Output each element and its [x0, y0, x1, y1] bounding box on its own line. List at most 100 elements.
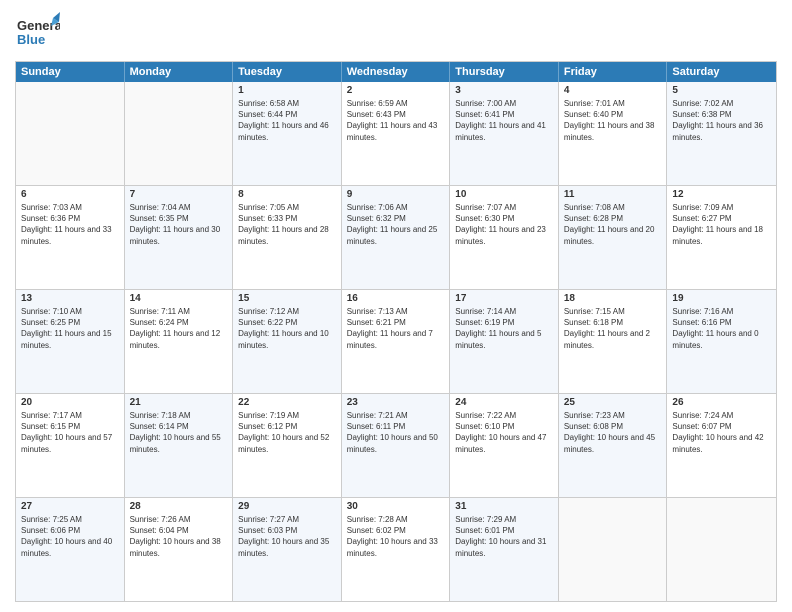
day-header-saturday: Saturday — [667, 62, 776, 82]
calendar-cell: 14 Sunrise: 7:11 AM Sunset: 6:24 PM Dayli… — [125, 290, 234, 393]
day-number: 25 — [564, 397, 662, 408]
cell-info: Sunrise: 7:12 AM Sunset: 6:22 PM Dayligh… — [238, 306, 336, 351]
cell-info: Sunrise: 7:17 AM Sunset: 6:15 PM Dayligh… — [21, 410, 119, 455]
day-number: 23 — [347, 397, 445, 408]
calendar-cell: 5 Sunrise: 7:02 AM Sunset: 6:38 PM Daylig… — [667, 82, 776, 185]
day-number: 5 — [672, 85, 771, 96]
calendar-cell: 20 Sunrise: 7:17 AM Sunset: 6:15 PM Dayli… — [16, 394, 125, 497]
calendar-cell: 18 Sunrise: 7:15 AM Sunset: 6:18 PM Dayli… — [559, 290, 668, 393]
logo-icon: General Blue — [15, 10, 60, 55]
cell-info: Sunrise: 7:26 AM Sunset: 6:04 PM Dayligh… — [130, 514, 228, 559]
day-number: 9 — [347, 189, 445, 200]
day-number: 31 — [455, 501, 553, 512]
day-number: 11 — [564, 189, 662, 200]
cell-info: Sunrise: 7:10 AM Sunset: 6:25 PM Dayligh… — [21, 306, 119, 351]
calendar-cell: 6 Sunrise: 7:03 AM Sunset: 6:36 PM Daylig… — [16, 186, 125, 289]
calendar-body: 1Sunrise: 6:58 AM Sunset: 6:44 PM Daylig… — [16, 82, 776, 601]
calendar-cell: 28 Sunrise: 7:26 AM Sunset: 6:04 PM Dayli… — [125, 498, 234, 601]
calendar-cell: 22Sunrise: 7:19 AM Sunset: 6:12 PM Dayli… — [233, 394, 342, 497]
calendar-row-5: 27Sunrise: 7:25 AM Sunset: 6:06 PM Dayli… — [16, 498, 776, 601]
cell-info: Sunrise: 7:02 AM Sunset: 6:38 PM Dayligh… — [672, 98, 771, 143]
cell-info: Sunrise: 7:04 AM Sunset: 6:35 PM Dayligh… — [130, 202, 228, 247]
cell-info: Sunrise: 7:01 AM Sunset: 6:40 PM Dayligh… — [564, 98, 662, 143]
cell-info: Sunrise: 7:07 AM Sunset: 6:30 PM Dayligh… — [455, 202, 553, 247]
calendar-cell: 26 Sunrise: 7:24 AM Sunset: 6:07 PM Dayli… — [667, 394, 776, 497]
day-number: 26 — [672, 397, 771, 408]
day-header-wednesday: Wednesday — [342, 62, 451, 82]
calendar-cell: 13Sunrise: 7:10 AM Sunset: 6:25 PM Dayli… — [16, 290, 125, 393]
cell-info: Sunrise: 7:27 AM Sunset: 6:03 PM Dayligh… — [238, 514, 336, 559]
cell-info: Sunrise: 7:28 AM Sunset: 6:02 PM Dayligh… — [347, 514, 445, 559]
calendar-cell: 8 Sunrise: 7:05 AM Sunset: 6:33 PM Daylig… — [233, 186, 342, 289]
day-number: 6 — [21, 189, 119, 200]
calendar-cell: 7 Sunrise: 7:04 AM Sunset: 6:35 PM Daylig… — [125, 186, 234, 289]
day-number: 14 — [130, 293, 228, 304]
calendar-cell — [16, 82, 125, 185]
day-header-friday: Friday — [559, 62, 668, 82]
calendar-cell: 24 Sunrise: 7:22 AM Sunset: 6:10 PM Dayli… — [450, 394, 559, 497]
day-number: 7 — [130, 189, 228, 200]
calendar-cell: 29Sunrise: 7:27 AM Sunset: 6:03 PM Dayli… — [233, 498, 342, 601]
svg-text:Blue: Blue — [17, 32, 45, 47]
day-number: 16 — [347, 293, 445, 304]
day-number: 10 — [455, 189, 553, 200]
calendar-row-3: 13Sunrise: 7:10 AM Sunset: 6:25 PM Dayli… — [16, 290, 776, 394]
day-number: 2 — [347, 85, 445, 96]
calendar-header: SundayMondayTuesdayWednesdayThursdayFrid… — [16, 62, 776, 82]
day-header-thursday: Thursday — [450, 62, 559, 82]
calendar-cell: 3 Sunrise: 7:00 AM Sunset: 6:41 PM Daylig… — [450, 82, 559, 185]
calendar-cell: 30 Sunrise: 7:28 AM Sunset: 6:02 PM Dayli… — [342, 498, 451, 601]
day-number: 24 — [455, 397, 553, 408]
cell-info: Sunrise: 7:00 AM Sunset: 6:41 PM Dayligh… — [455, 98, 553, 143]
cell-info: Sunrise: 7:22 AM Sunset: 6:10 PM Dayligh… — [455, 410, 553, 455]
day-number: 30 — [347, 501, 445, 512]
day-number: 20 — [21, 397, 119, 408]
day-number: 3 — [455, 85, 553, 96]
day-number: 1 — [238, 85, 336, 96]
calendar-row-2: 6 Sunrise: 7:03 AM Sunset: 6:36 PM Daylig… — [16, 186, 776, 290]
page: General Blue SundayMondayTuesdayWednesda… — [0, 0, 792, 612]
calendar-cell: 31 Sunrise: 7:29 AM Sunset: 6:01 PM Dayli… — [450, 498, 559, 601]
day-number: 12 — [672, 189, 771, 200]
calendar-cell: 9Sunrise: 7:06 AM Sunset: 6:32 PM Daylig… — [342, 186, 451, 289]
cell-info: Sunrise: 7:09 AM Sunset: 6:27 PM Dayligh… — [672, 202, 771, 247]
calendar-cell: 27Sunrise: 7:25 AM Sunset: 6:06 PM Dayli… — [16, 498, 125, 601]
calendar-row-4: 20 Sunrise: 7:17 AM Sunset: 6:15 PM Dayli… — [16, 394, 776, 498]
cell-info: Sunrise: 7:08 AM Sunset: 6:28 PM Dayligh… — [564, 202, 662, 247]
day-number: 22 — [238, 397, 336, 408]
calendar: SundayMondayTuesdayWednesdayThursdayFrid… — [15, 61, 777, 602]
header: General Blue — [15, 10, 777, 55]
day-header-monday: Monday — [125, 62, 234, 82]
calendar-cell: 11 Sunrise: 7:08 AM Sunset: 6:28 PM Dayli… — [559, 186, 668, 289]
cell-info: Sunrise: 7:11 AM Sunset: 6:24 PM Dayligh… — [130, 306, 228, 351]
calendar-cell: 21Sunrise: 7:18 AM Sunset: 6:14 PM Dayli… — [125, 394, 234, 497]
calendar-cell: 12 Sunrise: 7:09 AM Sunset: 6:27 PM Dayli… — [667, 186, 776, 289]
day-number: 15 — [238, 293, 336, 304]
day-number: 8 — [238, 189, 336, 200]
cell-info: Sunrise: 7:29 AM Sunset: 6:01 PM Dayligh… — [455, 514, 553, 559]
calendar-cell: 23Sunrise: 7:21 AM Sunset: 6:11 PM Dayli… — [342, 394, 451, 497]
calendar-cell: 16Sunrise: 7:13 AM Sunset: 6:21 PM Dayli… — [342, 290, 451, 393]
cell-info: Sunrise: 7:03 AM Sunset: 6:36 PM Dayligh… — [21, 202, 119, 247]
calendar-cell — [125, 82, 234, 185]
cell-info: Sunrise: 6:59 AM Sunset: 6:43 PM Dayligh… — [347, 98, 445, 143]
cell-info: Sunrise: 7:16 AM Sunset: 6:16 PM Dayligh… — [672, 306, 771, 351]
cell-info: Sunrise: 7:18 AM Sunset: 6:14 PM Dayligh… — [130, 410, 228, 455]
day-number: 28 — [130, 501, 228, 512]
calendar-cell: 2 Sunrise: 6:59 AM Sunset: 6:43 PM Daylig… — [342, 82, 451, 185]
cell-info: Sunrise: 7:15 AM Sunset: 6:18 PM Dayligh… — [564, 306, 662, 351]
day-header-sunday: Sunday — [16, 62, 125, 82]
cell-info: Sunrise: 7:05 AM Sunset: 6:33 PM Dayligh… — [238, 202, 336, 247]
cell-info: Sunrise: 7:23 AM Sunset: 6:08 PM Dayligh… — [564, 410, 662, 455]
day-number: 17 — [455, 293, 553, 304]
calendar-cell — [667, 498, 776, 601]
cell-info: Sunrise: 7:25 AM Sunset: 6:06 PM Dayligh… — [21, 514, 119, 559]
cell-info: Sunrise: 7:14 AM Sunset: 6:19 PM Dayligh… — [455, 306, 553, 351]
calendar-row-1: 1Sunrise: 6:58 AM Sunset: 6:44 PM Daylig… — [16, 82, 776, 186]
calendar-cell: 17 Sunrise: 7:14 AM Sunset: 6:19 PM Dayli… — [450, 290, 559, 393]
day-header-tuesday: Tuesday — [233, 62, 342, 82]
day-number: 18 — [564, 293, 662, 304]
calendar-cell: 4Sunrise: 7:01 AM Sunset: 6:40 PM Daylig… — [559, 82, 668, 185]
day-number: 19 — [672, 293, 771, 304]
cell-info: Sunrise: 7:24 AM Sunset: 6:07 PM Dayligh… — [672, 410, 771, 455]
